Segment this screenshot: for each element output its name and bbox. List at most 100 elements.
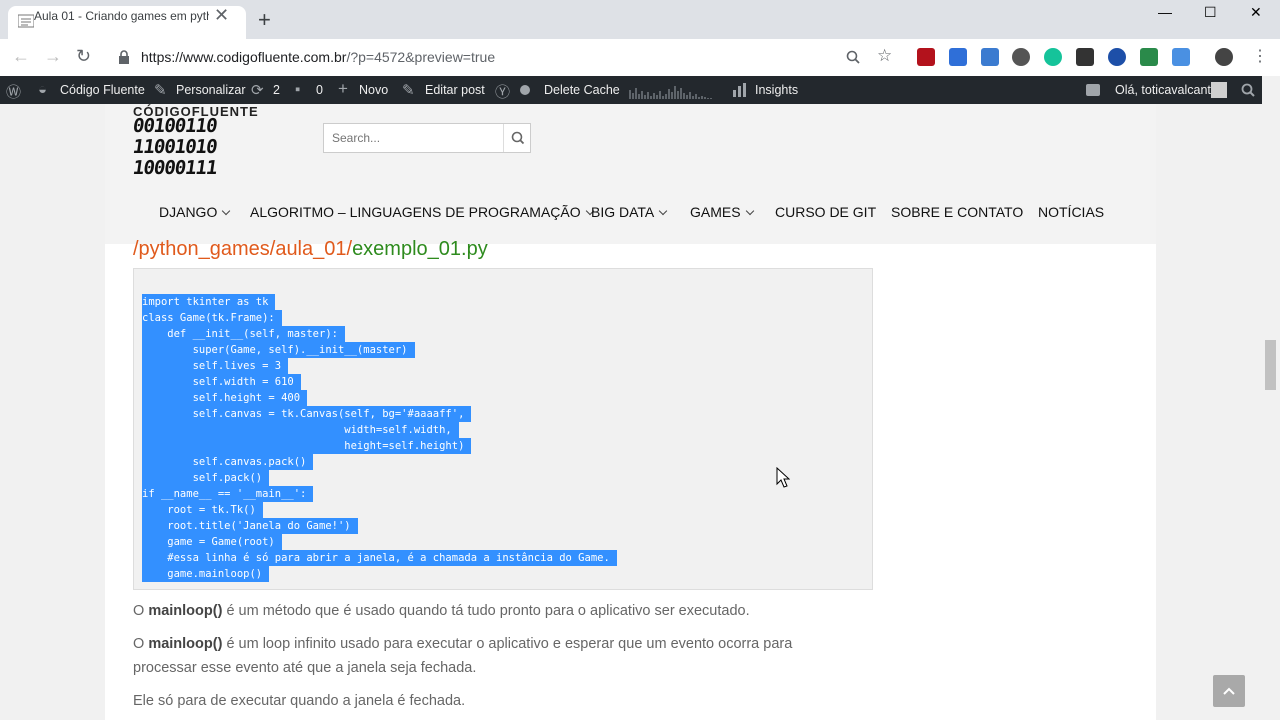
url-text[interactable]: https://www.codigofluente.com.br/?p=4572… — [141, 49, 495, 65]
code-line: if __name__ == '__main__': — [142, 486, 314, 502]
code-line: height=self.height) — [142, 438, 472, 454]
updates-icon[interactable]: ⟳ — [251, 81, 264, 99]
code-line: root.title('Janela do Game!') — [142, 518, 358, 534]
edit-post-link[interactable]: Editar post — [425, 83, 485, 97]
grammarly-extension-icon[interactable] — [1044, 48, 1062, 66]
notification-icon[interactable] — [1086, 84, 1100, 96]
scrollbar-thumb[interactable] — [1265, 340, 1276, 390]
menu-item-games[interactable]: GAMES — [690, 204, 754, 220]
dashboard-icon[interactable]: ◒ — [38, 81, 47, 98]
chevron-down-icon — [659, 206, 668, 216]
site-header — [105, 104, 1156, 244]
comments-icon[interactable]: ▪ — [295, 81, 300, 98]
wordpress-logo-icon[interactable]: Ⓦ — [6, 81, 21, 102]
menu-item-curso-de-git[interactable]: CURSO DE GIT — [775, 204, 876, 220]
scrollbar[interactable] — [1262, 76, 1280, 720]
insights-chart-icon[interactable] — [733, 83, 747, 97]
file-path-heading: /python_games/aula_01/exemplo_01.py — [133, 238, 488, 260]
code-line: width=self.width, — [142, 422, 459, 438]
lock-icon[interactable] — [118, 50, 130, 64]
site-name-link[interactable]: Código Fluente — [60, 83, 145, 97]
paragraph-continuation: processar esse evento até que a janela s… — [133, 660, 477, 676]
acrobat-extension-icon[interactable] — [917, 48, 935, 66]
code-line: class Game(tk.Frame): — [142, 310, 282, 326]
logo-binary-line: 11001010 — [131, 136, 219, 158]
search-input[interactable] — [324, 124, 518, 152]
chevron-down-icon — [222, 206, 231, 216]
minimize-button[interactable]: — — [1158, 4, 1172, 20]
paragraph-bold: mainloop() — [148, 603, 223, 619]
code-line: self.canvas.pack() — [142, 454, 314, 470]
menu-label: CURSO DE GIT — [775, 204, 877, 220]
chart-extension-icon[interactable] — [1140, 48, 1158, 66]
paragraph: O mainloop() é um método que é usado qua… — [133, 603, 750, 619]
yoast-icon[interactable]: Ⓨ — [495, 81, 510, 102]
paragraph: O mainloop() é um loop infinito usado pa… — [133, 636, 792, 652]
logo-binary-line: 00100110 — [131, 115, 219, 137]
code-line: self.lives = 3 — [142, 358, 289, 374]
bookmark-star-icon[interactable]: ☆ — [877, 46, 892, 66]
search-icon[interactable] — [503, 124, 531, 152]
profile-avatar[interactable] — [1215, 48, 1233, 66]
extension-icon[interactable] — [1076, 48, 1094, 66]
code-line: game = Game(root) — [142, 534, 282, 550]
code-line: import tkinter as tk — [142, 294, 276, 310]
wordpress-extension-icon[interactable] — [1012, 48, 1030, 66]
close-window-button[interactable]: ✕ — [1250, 4, 1262, 21]
menu-item-big-data[interactable]: BIG DATA — [591, 204, 668, 220]
comments-count[interactable]: 0 — [316, 83, 323, 97]
admin-search-icon[interactable] — [1241, 83, 1255, 97]
chevron-up-icon — [1223, 687, 1235, 695]
pencil-icon[interactable]: ✎ — [402, 81, 415, 99]
extension-icon[interactable] — [949, 48, 967, 66]
menu-item-algoritmo[interactable]: ALGORITMO – LINGUAGENS DE PROGRAMAÇÃO — [250, 204, 594, 220]
forward-arrow-icon[interactable]: → — [44, 46, 62, 66]
zoom-icon[interactable] — [846, 50, 860, 64]
menu-item-noticias[interactable]: NOTÍCIAS — [1038, 204, 1104, 220]
chrome-menu-icon[interactable]: ⋮ — [1252, 46, 1268, 66]
brush-icon[interactable]: ✎ — [154, 81, 167, 99]
menu-label: GAMES — [690, 204, 741, 220]
menu-label: NOTÍCIAS — [1038, 204, 1105, 220]
updates-count[interactable]: 2 — [273, 83, 280, 97]
menu-label: BIG DATA — [591, 204, 655, 220]
delete-cache-link[interactable]: Delete Cache — [544, 83, 620, 97]
customize-link[interactable]: Personalizar — [176, 83, 245, 97]
paragraph-text: O — [133, 636, 149, 652]
insights-link[interactable]: Insights — [755, 83, 798, 97]
extension-icon[interactable] — [1108, 48, 1126, 66]
code-line: game.mainloop() — [142, 566, 270, 582]
reload-icon[interactable]: ↻ — [76, 46, 91, 66]
menu-item-django[interactable]: DJANGO — [159, 204, 231, 220]
path-filename: exemplo_01.py — [352, 238, 488, 260]
maximize-button[interactable]: ☐ — [1204, 4, 1217, 21]
menu-item-sobre-e-contato[interactable]: SOBRE E CONTATO — [891, 204, 1023, 220]
chevron-down-icon — [745, 206, 754, 216]
extension-icon[interactable] — [981, 48, 999, 66]
mouse-cursor-icon — [776, 467, 790, 488]
code-line: self.canvas = tk.Canvas(self, bg='#aaaaf… — [142, 406, 472, 422]
code-extension-icon[interactable] — [1172, 48, 1190, 66]
scroll-to-top-button[interactable] — [1213, 675, 1245, 707]
logo-binary-line: 10000111 — [131, 157, 219, 179]
path-directory: /python_games/aula_01/ — [133, 238, 353, 260]
tab-close-icon[interactable]: ✕ — [214, 6, 229, 24]
paragraph-text: é um loop infinito usado para executar o… — [222, 636, 793, 652]
new-tab-button[interactable]: + — [258, 8, 271, 32]
paragraph-text: é um método que é usado quando tá tudo p… — [222, 603, 750, 619]
new-content-link[interactable]: Novo — [359, 83, 388, 97]
tab-title: Aula 01 - Criando games em pyth — [34, 9, 209, 23]
code-line: self.height = 400 — [142, 390, 308, 406]
plus-icon[interactable]: + — [338, 79, 348, 99]
code-line: super(Game, self).__init__(master) — [142, 342, 415, 358]
user-greeting[interactable]: Olá, toticavalcanti — [1115, 83, 1214, 97]
stats-sparkline-icon[interactable] — [628, 82, 716, 100]
back-arrow-icon[interactable]: ← — [12, 46, 30, 66]
user-avatar[interactable] — [1211, 82, 1227, 98]
paragraph-bold: mainloop() — [148, 636, 223, 652]
menu-label: SOBRE E CONTATO — [891, 204, 1024, 220]
code-line: self.width = 610 — [142, 374, 301, 390]
code-line: root = tk.Tk() — [142, 502, 263, 518]
url-query: /?p=4572&preview=true — [346, 49, 496, 65]
search-box — [323, 123, 531, 153]
